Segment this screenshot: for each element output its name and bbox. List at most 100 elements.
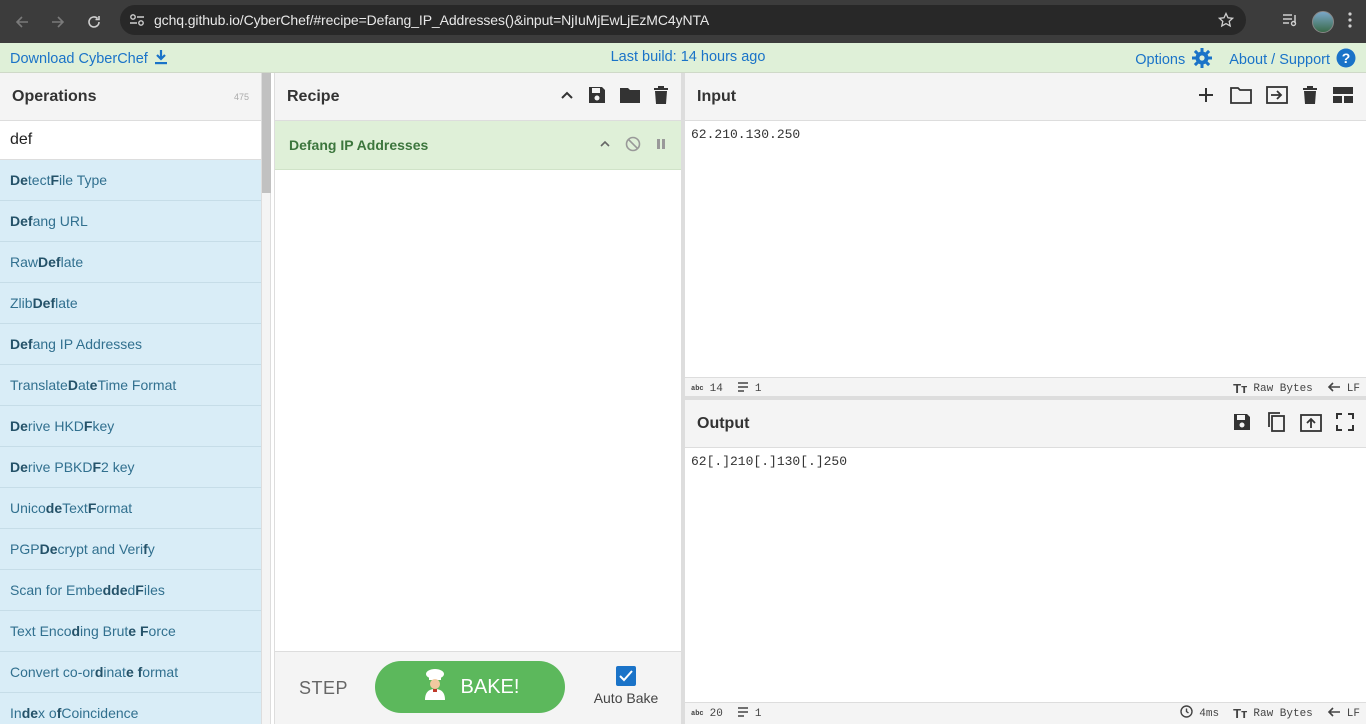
reload-icon[interactable] [76, 4, 112, 40]
operation-item-text: Unico [10, 500, 46, 516]
gear-icon[interactable] [1191, 47, 1213, 73]
save-recipe-icon[interactable] [587, 85, 607, 108]
output-eol[interactable]: LF [1347, 708, 1360, 720]
copy-output-icon[interactable] [1266, 411, 1286, 436]
browser-menu-icon[interactable] [1348, 12, 1352, 31]
operations-panel: Operations 475 def De tect File Type Def an… [0, 73, 262, 724]
recipe-header: Recipe [275, 73, 681, 121]
back-icon[interactable] [4, 4, 40, 40]
operations-scrollbar[interactable] [262, 73, 271, 724]
lines-icon [737, 381, 749, 396]
output-encoding[interactable]: Raw Bytes [1253, 708, 1312, 720]
operation-item-text: Def [32, 295, 56, 311]
open-folder-icon[interactable] [1230, 86, 1252, 107]
operation-item-text: In [10, 705, 22, 721]
svg-text:?: ? [1342, 50, 1351, 66]
operation-item-text: crypt and Veri [57, 541, 144, 557]
operations-search-input[interactable]: def [0, 121, 261, 160]
site-info-icon[interactable] [120, 13, 154, 27]
operation-item[interactable]: Raw Def late [0, 242, 261, 283]
step-button[interactable]: STEP [299, 678, 348, 699]
input-length: 14 [709, 382, 723, 395]
breakpoint-pause-icon[interactable] [655, 137, 667, 153]
operation-collapse-chevron-icon[interactable] [599, 137, 611, 153]
operation-item[interactable]: Def ang IP Addresses [0, 324, 261, 365]
help-icon[interactable]: ? [1336, 48, 1356, 72]
operation-item[interactable]: Unico de Text Format [0, 488, 261, 529]
bake-label[interactable]: BAKE! [461, 676, 520, 699]
operation-item-text: d [127, 582, 136, 598]
operation-item-text: late [60, 254, 84, 270]
operation-item-text: ang IP Addresses [32, 336, 143, 352]
operation-item[interactable]: De tect File Type [0, 160, 261, 201]
browser-toolbar: gchq.github.io/CyberChef/#recipe=Defang_… [0, 0, 1366, 43]
operation-item-text: D [67, 377, 78, 393]
operation-item-text: d [71, 623, 81, 639]
reading-list-icon[interactable] [1282, 13, 1298, 30]
operation-item[interactable]: Translate Dat e Time Format [0, 365, 261, 406]
encoding-icon[interactable]: Tт [1233, 381, 1247, 396]
url-text[interactable]: gchq.github.io/CyberChef/#recipe=Defang_… [154, 12, 1206, 28]
clear-recipe-trash-icon[interactable] [653, 85, 669, 108]
operation-item-text: Convert co-or [10, 664, 95, 680]
operation-item-text: PGP [10, 541, 40, 557]
input-textarea[interactable]: 62.210.130.250 [685, 121, 1366, 148]
clear-input-trash-icon[interactable] [1302, 85, 1318, 108]
replace-input-icon[interactable] [1300, 412, 1322, 435]
scrollbar-thumb[interactable] [262, 73, 271, 193]
recipe-panel: Recipe Defang IP Addresses STEP BAKE! Au… [274, 73, 682, 724]
operation-item-text: Def [10, 336, 33, 352]
auto-bake-checkbox[interactable] [616, 666, 636, 686]
disable-operation-icon[interactable] [625, 136, 641, 155]
output-panel: Output 62[.]210[.]130[.]250 abc 20 1 4ms … [685, 400, 1366, 724]
length-icon: abc [691, 709, 704, 718]
profile-avatar[interactable] [1312, 10, 1334, 33]
collapse-chevron-icon[interactable] [559, 87, 575, 106]
operation-item[interactable]: In de x of Coincidence [0, 693, 261, 724]
recipe-controls: STEP BAKE! Auto Bake [275, 651, 681, 724]
output-title: Output [697, 414, 750, 432]
about-support-link[interactable]: About / Support [1229, 52, 1330, 68]
operation-item-text: key [92, 418, 115, 434]
address-bar[interactable]: gchq.github.io/CyberChef/#recipe=Defang_… [120, 5, 1246, 35]
input-lines: 1 [754, 382, 762, 395]
input-eol[interactable]: LF [1347, 383, 1360, 395]
operation-item[interactable]: De rive HKD F key [0, 406, 261, 447]
operations-count: 475 [233, 91, 249, 102]
output-text[interactable]: 62[.]210[.]130[.]250 [685, 448, 1366, 475]
operation-item-text: ang URL [32, 213, 88, 229]
recipe-operation[interactable]: Defang IP Addresses [275, 121, 681, 170]
output-header: Output [685, 400, 1366, 448]
operation-item[interactable]: PGP De crypt and Veri f y [0, 529, 261, 570]
operation-item-text: tect [27, 172, 51, 188]
operation-item-text: ing Brut [80, 623, 129, 639]
operation-item[interactable]: Def ang URL [0, 201, 261, 242]
operation-item[interactable]: Text Enco d ing Brut e Force [0, 611, 261, 652]
operation-item[interactable]: Zlib Def late [0, 283, 261, 324]
open-file-icon[interactable] [1266, 86, 1288, 107]
operation-item-text: de [21, 705, 39, 721]
forward-icon[interactable] [40, 4, 76, 40]
operation-item-text: ormat [142, 664, 179, 680]
encoding-icon[interactable]: Tт [1233, 706, 1247, 721]
operation-item-text: y [147, 541, 155, 557]
input-encoding[interactable]: Raw Bytes [1253, 383, 1312, 395]
operation-item-text: orce [148, 623, 176, 639]
operation-item[interactable]: Scan for Embe dde d Files [0, 570, 261, 611]
options-link[interactable]: Options [1135, 52, 1185, 68]
operation-item-text: De [10, 172, 28, 188]
save-output-icon[interactable] [1232, 412, 1252, 435]
operation-item-text: Scan for Embe [10, 582, 103, 598]
operation-item[interactable]: Convert co-or d inat e f ormat [0, 652, 261, 693]
maximise-output-icon[interactable] [1336, 413, 1354, 434]
load-recipe-folder-icon[interactable] [619, 86, 641, 107]
add-tab-plus-icon[interactable] [1196, 85, 1216, 108]
operation-item[interactable]: De rive PBKD F 2 key [0, 447, 261, 488]
operation-item-text: Time Format [97, 377, 177, 393]
bake-button[interactable]: BAKE! [375, 661, 565, 713]
auto-bake-toggle[interactable]: Auto Bake [591, 666, 661, 706]
reset-layout-icon[interactable] [1332, 86, 1354, 107]
bookmark-star-icon[interactable] [1206, 12, 1246, 28]
eol-arrow-icon[interactable] [1327, 381, 1341, 396]
eol-arrow-icon[interactable] [1327, 706, 1341, 721]
